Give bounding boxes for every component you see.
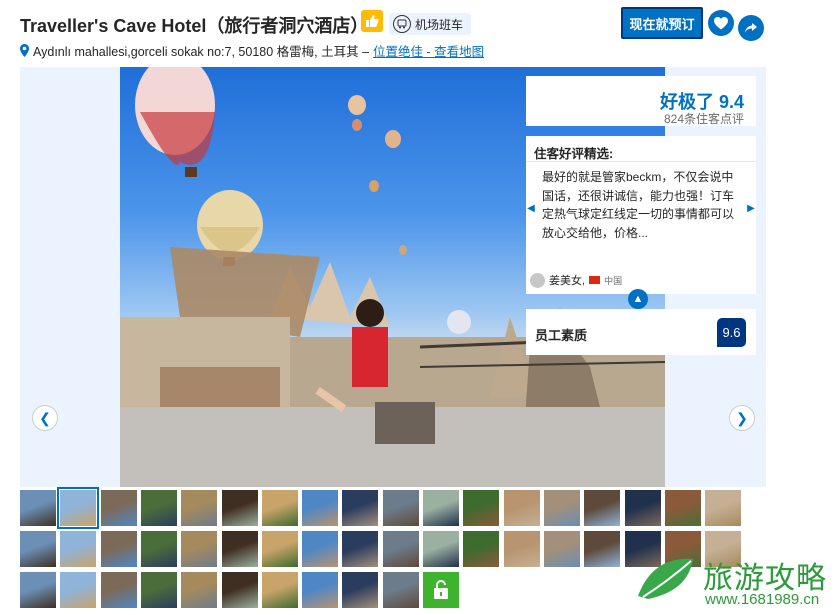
photo-thumbnail[interactable] xyxy=(543,490,580,526)
photo-thumbnail[interactable] xyxy=(60,572,97,608)
chevron-left-icon[interactable]: ❮ xyxy=(32,405,58,431)
photo-thumbnail[interactable] xyxy=(140,572,177,608)
photo-thumbnail[interactable] xyxy=(705,490,742,526)
lock-icon[interactable] xyxy=(423,572,459,608)
photo-thumbnail[interactable] xyxy=(423,531,459,567)
photo-thumbnail[interactable] xyxy=(503,531,540,567)
photo-thumbnail[interactable] xyxy=(584,531,621,567)
watermark: 旅游攻略 www.1681989.cn xyxy=(633,547,836,615)
chevron-right-icon[interactable]: ❯ xyxy=(729,405,755,431)
chevron-left-icon[interactable]: ◀ xyxy=(526,191,536,225)
photo-thumbnail[interactable] xyxy=(261,531,298,567)
leaf-logo xyxy=(638,558,693,599)
photo-thumbnail[interactable] xyxy=(20,572,56,608)
reviewer-country: 中国 xyxy=(604,275,623,286)
view-map-link[interactable]: 位置绝佳 - 查看地图 xyxy=(373,41,484,60)
photo-thumbnail[interactable] xyxy=(140,490,177,526)
photo-thumbnail[interactable] xyxy=(423,490,459,526)
score-box[interactable]: 好极了 9.4 824条住客点评 xyxy=(526,76,756,126)
book-now-button[interactable]: 现在就预订 xyxy=(621,7,703,39)
photo-thumbnail[interactable] xyxy=(342,572,379,608)
heart-icon[interactable] xyxy=(708,10,734,36)
photo-thumbnail[interactable] xyxy=(382,490,419,526)
location-pin-icon xyxy=(20,44,29,57)
photo-thumbnail[interactable] xyxy=(221,531,258,567)
photo-thumbnail[interactable] xyxy=(664,490,701,526)
watermark-url: www.1681989.cn xyxy=(705,591,820,608)
photo-thumbnail[interactable] xyxy=(624,490,661,526)
photo-thumbnail[interactable] xyxy=(463,531,500,567)
photo-thumbnail[interactable] xyxy=(20,531,56,567)
china-flag-icon xyxy=(589,276,601,284)
photo-thumbnail[interactable] xyxy=(584,490,621,526)
chevron-right-icon[interactable]: ▶ xyxy=(746,191,756,225)
bus-icon xyxy=(393,15,411,33)
share-icon[interactable] xyxy=(738,15,764,41)
photo-thumbnail[interactable] xyxy=(181,572,218,608)
photo-thumbnail[interactable] xyxy=(261,572,298,608)
chevron-up-icon[interactable]: ▲ xyxy=(628,289,648,309)
hotel-page: Traveller's Cave Hotel（旅行者洞穴酒店） 机场班车 Ayd… xyxy=(0,0,836,615)
staff-score: 9.6 xyxy=(717,318,746,347)
photo-thumbnail[interactable] xyxy=(181,490,218,526)
photo-thumbnail[interactable] xyxy=(221,572,258,608)
reviewer: 姜美女, 中国 xyxy=(530,272,622,288)
photo-thumbnail[interactable] xyxy=(503,490,540,526)
balloon-1 xyxy=(135,67,215,177)
photo-thumbnail[interactable] xyxy=(57,487,100,529)
photo-thumbnail[interactable] xyxy=(221,490,258,526)
photo-thumbnail[interactable] xyxy=(543,531,580,567)
airport-shuttle-badge: 机场班车 xyxy=(389,13,472,35)
photo-thumbnail[interactable] xyxy=(100,531,137,567)
photo-thumbnail[interactable] xyxy=(302,490,339,526)
photo-thumbnail[interactable] xyxy=(342,531,379,567)
photo-thumbnail[interactable] xyxy=(181,531,218,567)
shuttle-label: 机场班车 xyxy=(415,17,464,32)
photo-thumbnail[interactable] xyxy=(302,572,339,608)
avatar-icon xyxy=(530,272,545,288)
photo-thumbnail[interactable] xyxy=(140,531,177,567)
reviewer-name: 姜美女, xyxy=(549,275,586,287)
photo-thumbnail[interactable] xyxy=(60,531,97,567)
address-text: Aydınlı mahallesi,gorceli sokak no:7, 50… xyxy=(33,45,370,59)
photo-thumbnail[interactable] xyxy=(342,490,379,526)
review-count: 824条住客点评 xyxy=(663,112,744,126)
photo-thumbnail[interactable] xyxy=(382,531,419,567)
photo-thumbnail[interactable] xyxy=(100,490,137,526)
featured-review-heading: 住客好评精选: xyxy=(526,136,756,162)
staff-rating: 员工素质 9.6 xyxy=(526,309,756,355)
review-text: 最好的就是管家beckm，不仅会说中国话，还很讲诚信，能力也强！订车定热气球定红… xyxy=(542,170,735,240)
featured-review: 住客好评精选: 最好的就是管家beckm，不仅会说中国话，还很讲诚信，能力也强！… xyxy=(526,136,756,294)
photo-thumbnail[interactable] xyxy=(463,490,500,526)
photo-thumbnail[interactable] xyxy=(382,572,419,608)
photo-thumbnail[interactable] xyxy=(20,490,56,526)
address-line: Aydınlı mahallesi,gorceli sokak no:7, 50… xyxy=(20,41,484,60)
photo-thumbnail[interactable] xyxy=(100,572,137,608)
staff-label: 员工素质 xyxy=(535,328,588,343)
photo-thumbnail[interactable] xyxy=(302,531,339,567)
photo-thumbnail[interactable] xyxy=(261,490,298,526)
hotel-title: Traveller's Cave Hotel（旅行者洞穴酒店） xyxy=(20,16,369,36)
thumbs-up-icon[interactable] xyxy=(361,10,383,32)
